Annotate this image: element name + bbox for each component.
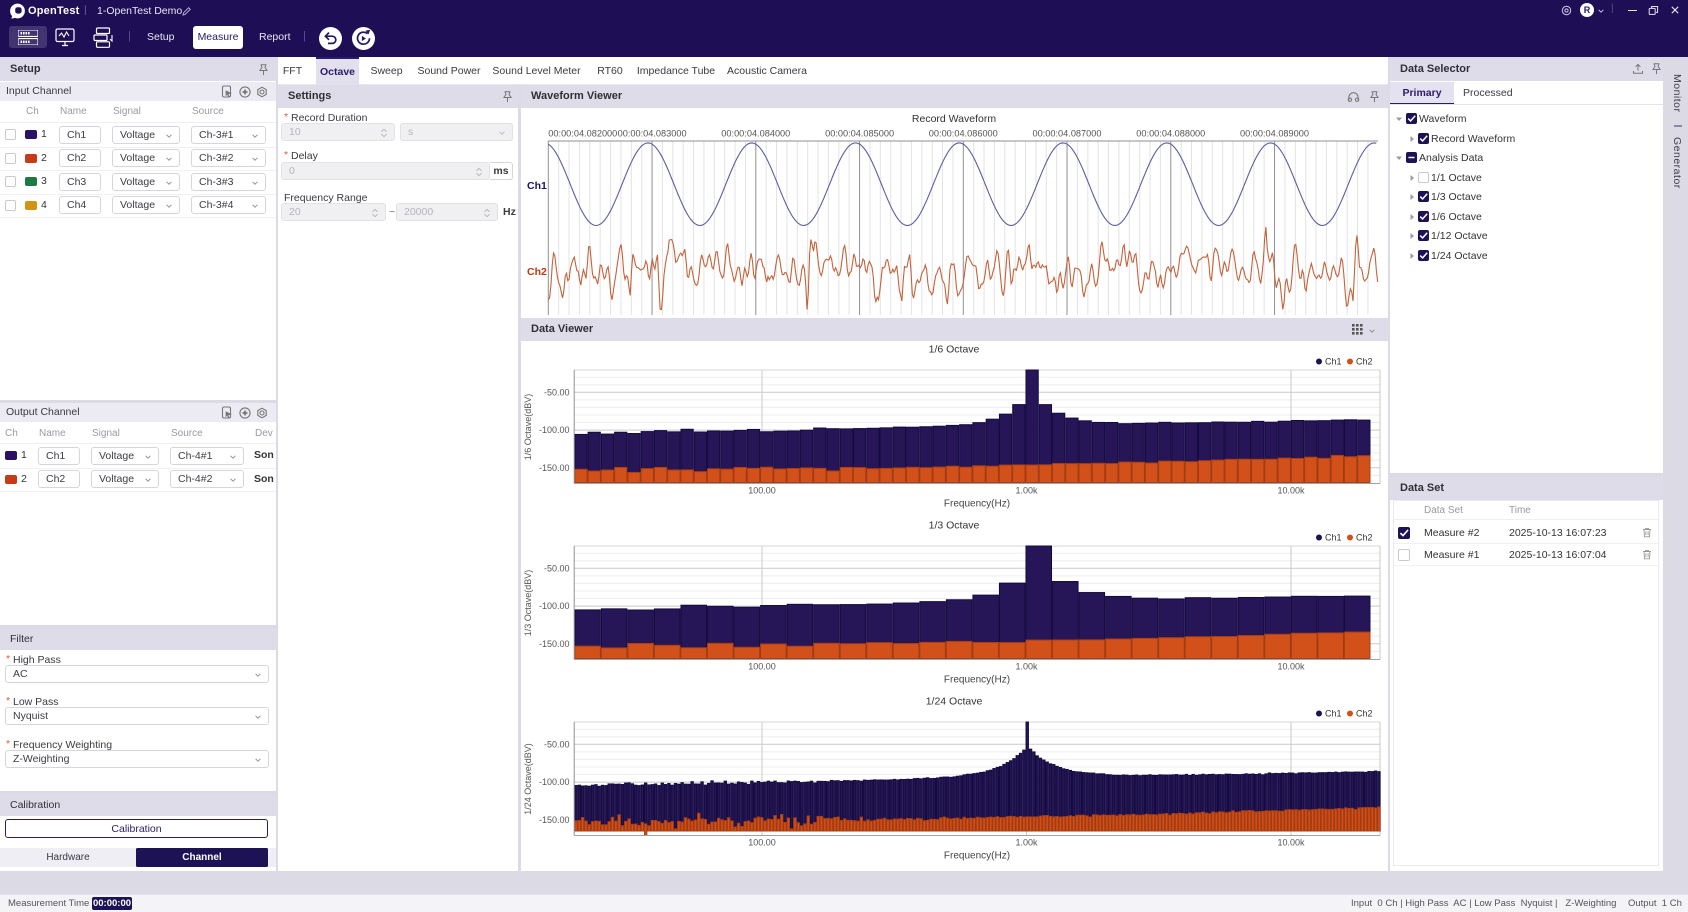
svg-text:00:00:04.088000: 00:00:04.088000 bbox=[1136, 129, 1205, 139]
svg-text:-100.00: -100.00 bbox=[539, 601, 570, 611]
svg-text:00:00:04.086000: 00:00:04.086000 bbox=[929, 129, 998, 139]
svg-text:00:00:04.083000: 00:00:04.083000 bbox=[618, 129, 687, 139]
svg-text:Ch2: Ch2 bbox=[1356, 709, 1373, 719]
svg-text:100.00: 100.00 bbox=[748, 486, 776, 496]
svg-text:1/6 Octave(dBV): 1/6 Octave(dBV) bbox=[523, 394, 533, 461]
svg-text:10.00k: 10.00k bbox=[1277, 662, 1305, 672]
svg-text:Ch1: Ch1 bbox=[1325, 357, 1342, 367]
svg-text:Record Waveform: Record Waveform bbox=[912, 113, 996, 125]
svg-text:Frequency(Hz): Frequency(Hz) bbox=[944, 675, 1010, 686]
svg-text:00:00:04.085000: 00:00:04.085000 bbox=[825, 129, 894, 139]
svg-text:Ch2: Ch2 bbox=[1356, 533, 1373, 543]
svg-text:10.00k: 10.00k bbox=[1277, 838, 1305, 848]
svg-text:1.00k: 1.00k bbox=[1015, 838, 1038, 848]
svg-text:100.00: 100.00 bbox=[748, 662, 776, 672]
svg-text:-100.00: -100.00 bbox=[539, 425, 570, 435]
svg-text:-100.00: -100.00 bbox=[539, 777, 570, 787]
svg-text:10.00k: 10.00k bbox=[1277, 486, 1305, 496]
svg-text:Frequency(Hz): Frequency(Hz) bbox=[944, 499, 1010, 510]
svg-text:Ch1: Ch1 bbox=[1325, 533, 1342, 543]
svg-text:100.00: 100.00 bbox=[748, 838, 776, 848]
svg-text:1/6 Octave: 1/6 Octave bbox=[929, 344, 980, 356]
svg-text:1/24 Octave: 1/24 Octave bbox=[926, 696, 983, 708]
svg-text:00:00:04.089000: 00:00:04.089000 bbox=[1240, 129, 1309, 139]
svg-text:-150.00: -150.00 bbox=[539, 463, 570, 473]
svg-text:1/3 Octave: 1/3 Octave bbox=[929, 520, 980, 532]
svg-text:-50.00: -50.00 bbox=[544, 739, 570, 749]
svg-text:-150.00: -150.00 bbox=[539, 815, 570, 825]
svg-text:-50.00: -50.00 bbox=[544, 563, 570, 573]
svg-text:1/3 Octave(dBV): 1/3 Octave(dBV) bbox=[523, 570, 533, 637]
svg-text:-150.00: -150.00 bbox=[539, 639, 570, 649]
svg-text:Frequency(Hz): Frequency(Hz) bbox=[944, 851, 1010, 862]
svg-text:1/24 Octave(dBV): 1/24 Octave(dBV) bbox=[523, 743, 533, 815]
svg-text:00:00:04.087000: 00:00:04.087000 bbox=[1033, 129, 1102, 139]
svg-text:1.00k: 1.00k bbox=[1015, 662, 1038, 672]
svg-text:00:00:04.082000: 00:00:04.082000 bbox=[548, 129, 617, 139]
svg-text:Ch2: Ch2 bbox=[1356, 357, 1373, 367]
svg-text:00:00:04.084000: 00:00:04.084000 bbox=[721, 129, 790, 139]
svg-text:Ch1: Ch1 bbox=[1325, 709, 1342, 719]
svg-text:-50.00: -50.00 bbox=[544, 387, 570, 397]
svg-text:1.00k: 1.00k bbox=[1015, 486, 1038, 496]
